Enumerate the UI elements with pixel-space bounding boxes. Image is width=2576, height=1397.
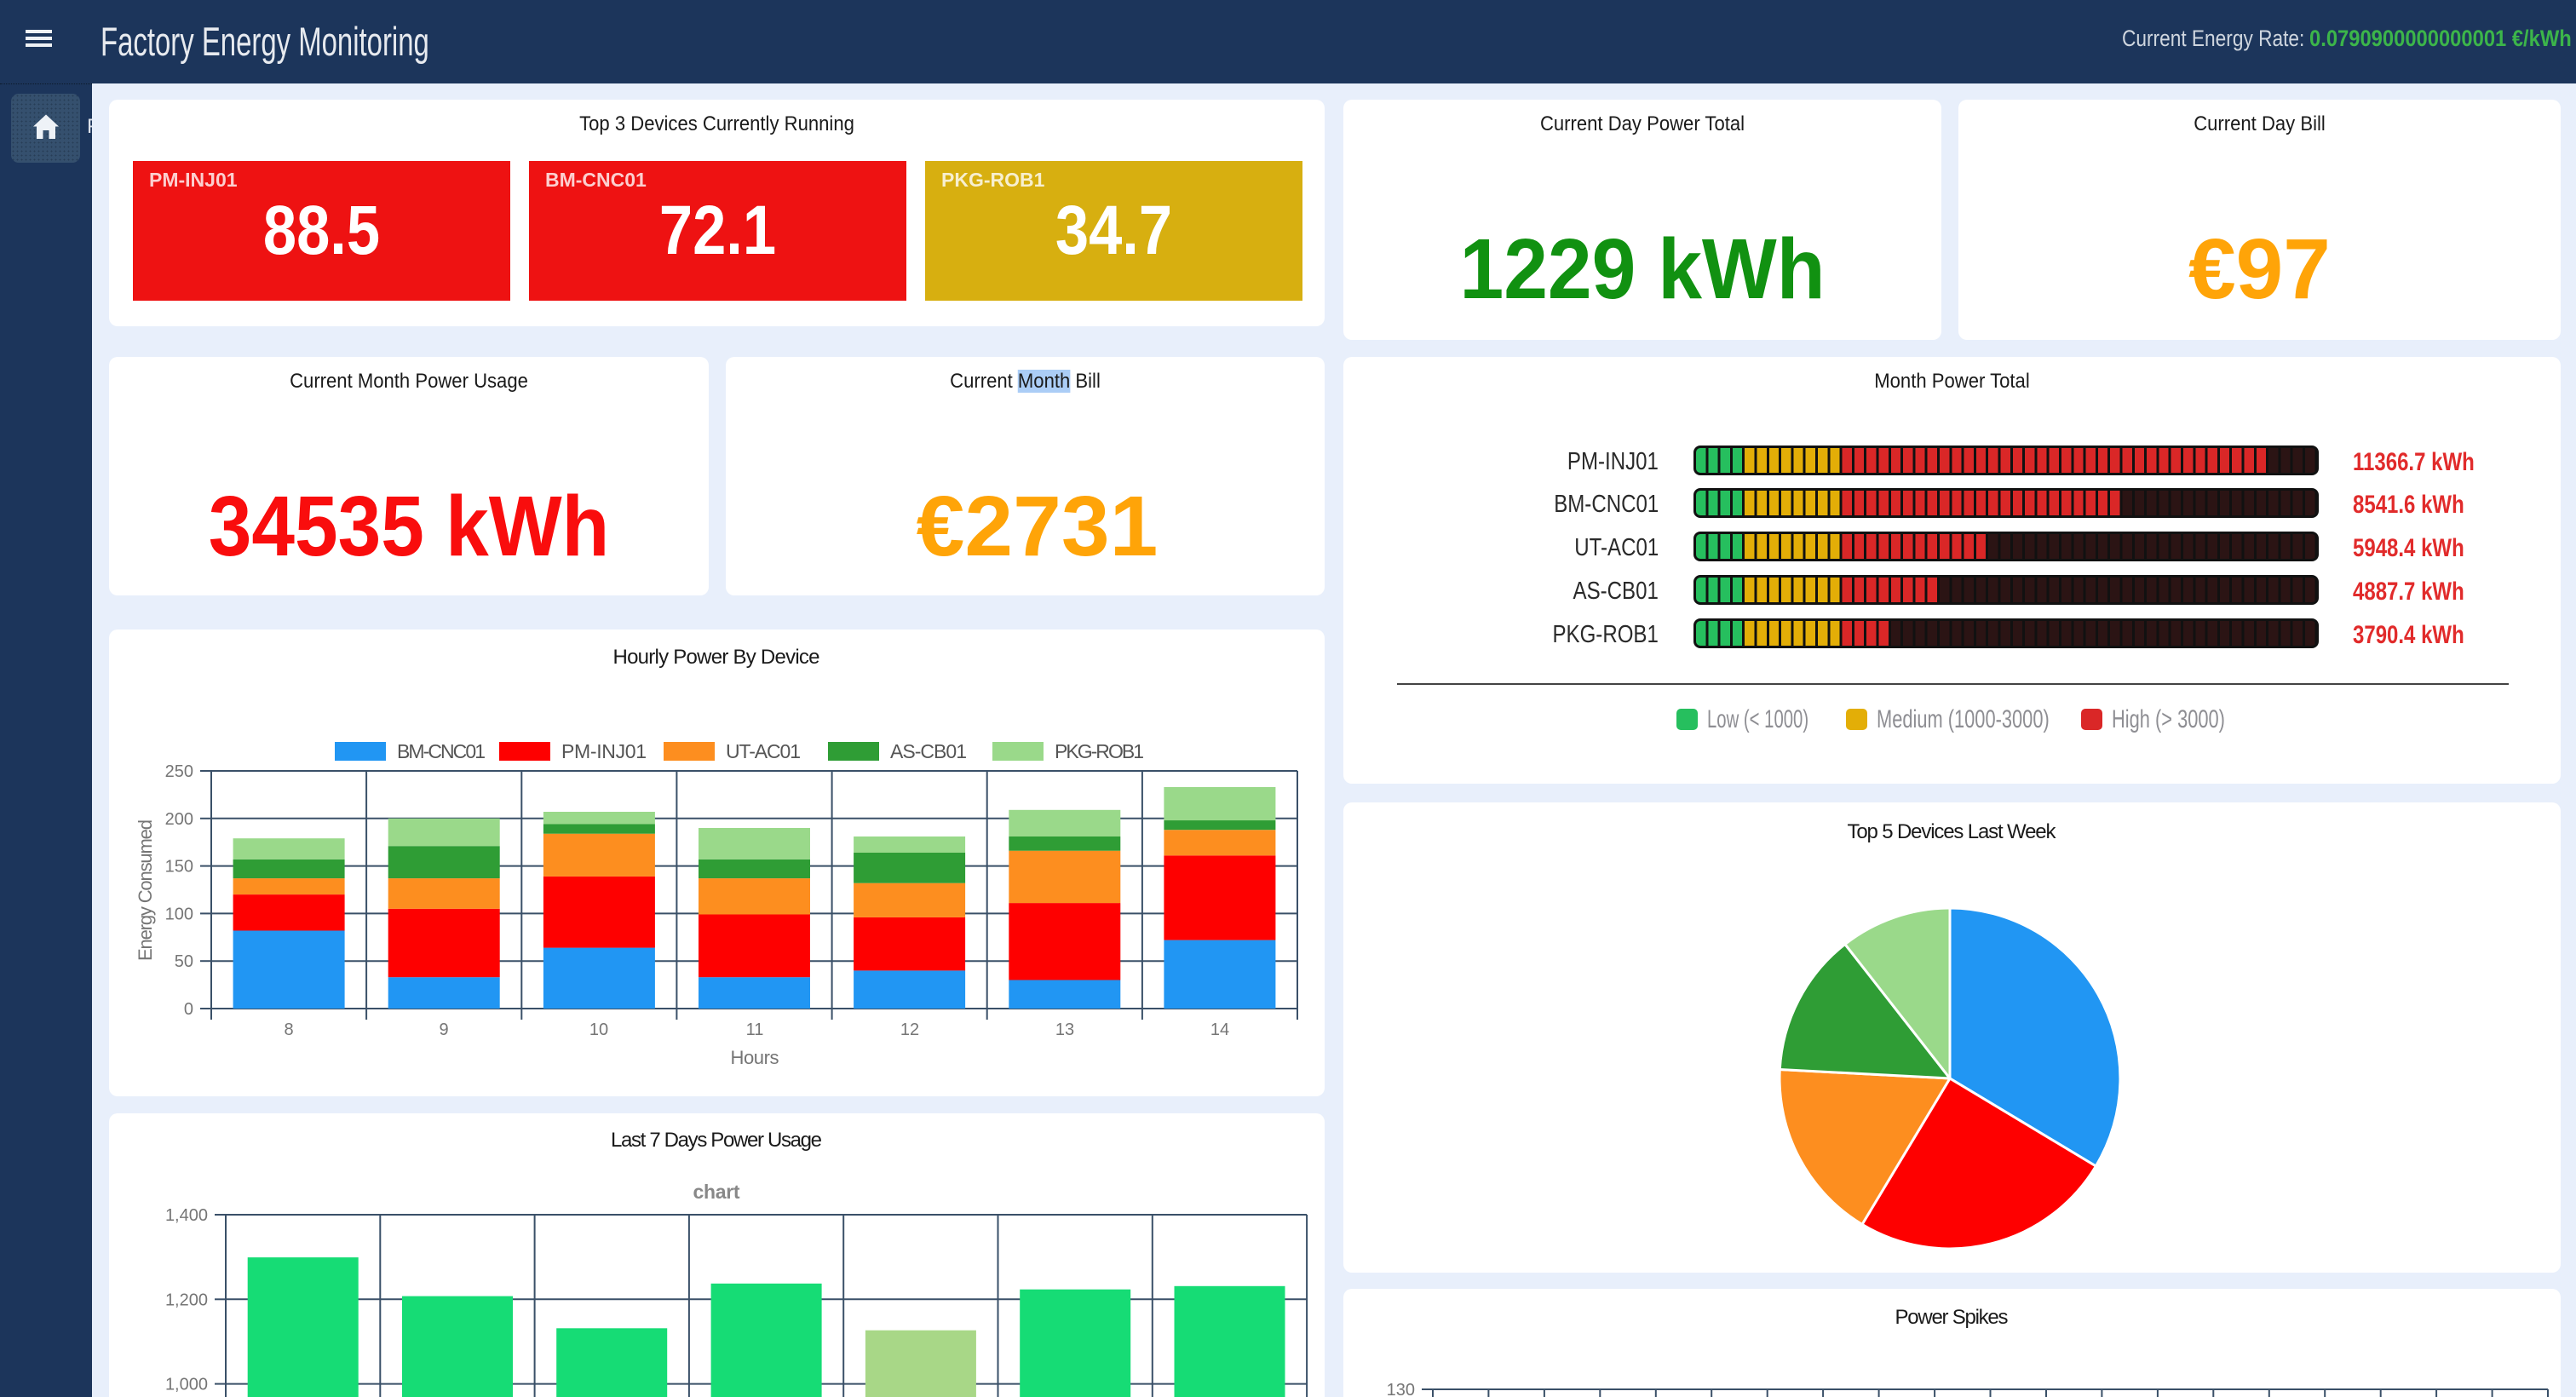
svg-text:14: 14: [1210, 1020, 1229, 1039]
svg-text:13: 13: [1055, 1020, 1074, 1039]
svg-text:Top 5 Devices Last Week: Top 5 Devices Last Week: [1848, 820, 2057, 843]
svg-text:Energy Consumed: Energy Consumed: [135, 819, 156, 961]
svg-text:Power Spikes: Power Spikes: [1895, 1306, 2009, 1329]
svg-text:PM-INJ01: PM-INJ01: [561, 740, 647, 762]
svg-text:150: 150: [165, 858, 193, 877]
svg-text:chart: chart: [693, 1181, 740, 1203]
svg-text:200: 200: [165, 810, 193, 829]
svg-text:8: 8: [284, 1020, 293, 1039]
svg-text:1,000: 1,000: [165, 1376, 208, 1394]
svg-text:AS-CB01: AS-CB01: [890, 740, 967, 762]
svg-text:BM-CNC01: BM-CNC01: [397, 740, 486, 762]
svg-text:9: 9: [439, 1020, 448, 1039]
svg-text:Hourly Power By Device: Hourly Power By Device: [613, 646, 820, 669]
svg-text:10: 10: [589, 1020, 608, 1039]
svg-text:50: 50: [175, 952, 193, 971]
svg-text:1,400: 1,400: [165, 1206, 208, 1225]
svg-text:12: 12: [900, 1020, 919, 1039]
svg-text:100: 100: [165, 905, 193, 923]
svg-text:0: 0: [184, 1000, 193, 1019]
svg-text:PKG-ROB1: PKG-ROB1: [1055, 740, 1144, 762]
svg-text:130: 130: [1387, 1381, 1415, 1397]
svg-text:11: 11: [746, 1020, 764, 1039]
svg-text:1,200: 1,200: [165, 1291, 208, 1309]
svg-text:250: 250: [165, 762, 193, 781]
svg-text:UT-AC01: UT-AC01: [726, 740, 801, 762]
svg-text:Hours: Hours: [731, 1047, 779, 1068]
svg-text:Last 7 Days Power Usage: Last 7 Days Power Usage: [611, 1129, 822, 1152]
